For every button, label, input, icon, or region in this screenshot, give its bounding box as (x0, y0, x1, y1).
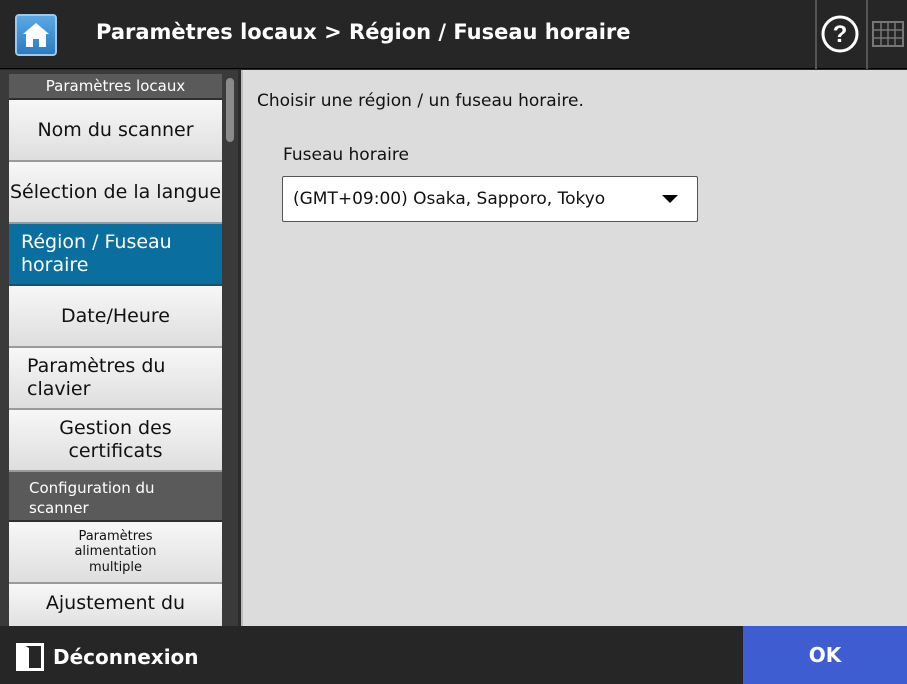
sidebar-scrollbar[interactable] (226, 78, 234, 142)
home-icon (23, 23, 49, 47)
page-title: Paramètres locaux > Région / Fuseau hora… (96, 20, 631, 44)
keyboard-icon (872, 21, 904, 47)
footer-bar: Déconnexion OK (0, 626, 907, 684)
ok-button[interactable]: OK (743, 626, 907, 684)
logout-icon (16, 643, 44, 671)
instruction-text: Choisir une région / un fuseau horaire. (257, 91, 584, 111)
timezone-value: (GMT+09:00) Osaka, Sapporo, Tokyo (293, 189, 606, 209)
keyboard-button[interactable] (872, 20, 904, 48)
sidebar-item-multifeed[interactable]: Paramètres alimentation multiple (9, 522, 222, 584)
sidebar-item-region-timezone[interactable]: Région / Fuseau horaire (9, 224, 222, 286)
sidebar: Paramètres locaux Nom du scanner Sélecti… (0, 70, 238, 626)
sidebar-item-language[interactable]: Sélection de la langue (9, 162, 222, 224)
sidebar-nav: Paramètres locaux Nom du scanner Sélecti… (9, 74, 222, 626)
sidebar-section-scanner-config: Configuration du scanner (9, 472, 222, 522)
sidebar-item-keyboard-settings[interactable]: Paramètres du clavier (9, 348, 222, 410)
sidebar-section-local-settings: Paramètres locaux (9, 74, 222, 100)
sidebar-item-scanner-name[interactable]: Nom du scanner (9, 100, 222, 162)
home-button[interactable] (15, 14, 57, 56)
help-button[interactable]: ? (820, 14, 860, 54)
header-divider (815, 0, 817, 69)
chevron-down-icon (662, 195, 678, 203)
svg-text:?: ? (833, 21, 848, 48)
main-panel: Choisir une région / un fuseau horaire. … (241, 70, 907, 626)
logout-button[interactable]: Déconnexion (16, 642, 199, 672)
logout-label: Déconnexion (53, 645, 199, 669)
timezone-label: Fuseau horaire (283, 145, 409, 165)
timezone-select[interactable]: (GMT+09:00) Osaka, Sapporo, Tokyo (282, 176, 698, 222)
sidebar-item-certificates[interactable]: Gestion des certificats (9, 410, 222, 472)
header-bar: Paramètres locaux > Région / Fuseau hora… (0, 0, 907, 69)
header-divider (866, 0, 868, 69)
help-icon: ? (821, 15, 859, 53)
sidebar-item-adjustment[interactable]: Ajustement du (9, 584, 222, 626)
sidebar-item-date-time[interactable]: Date/Heure (9, 286, 222, 348)
